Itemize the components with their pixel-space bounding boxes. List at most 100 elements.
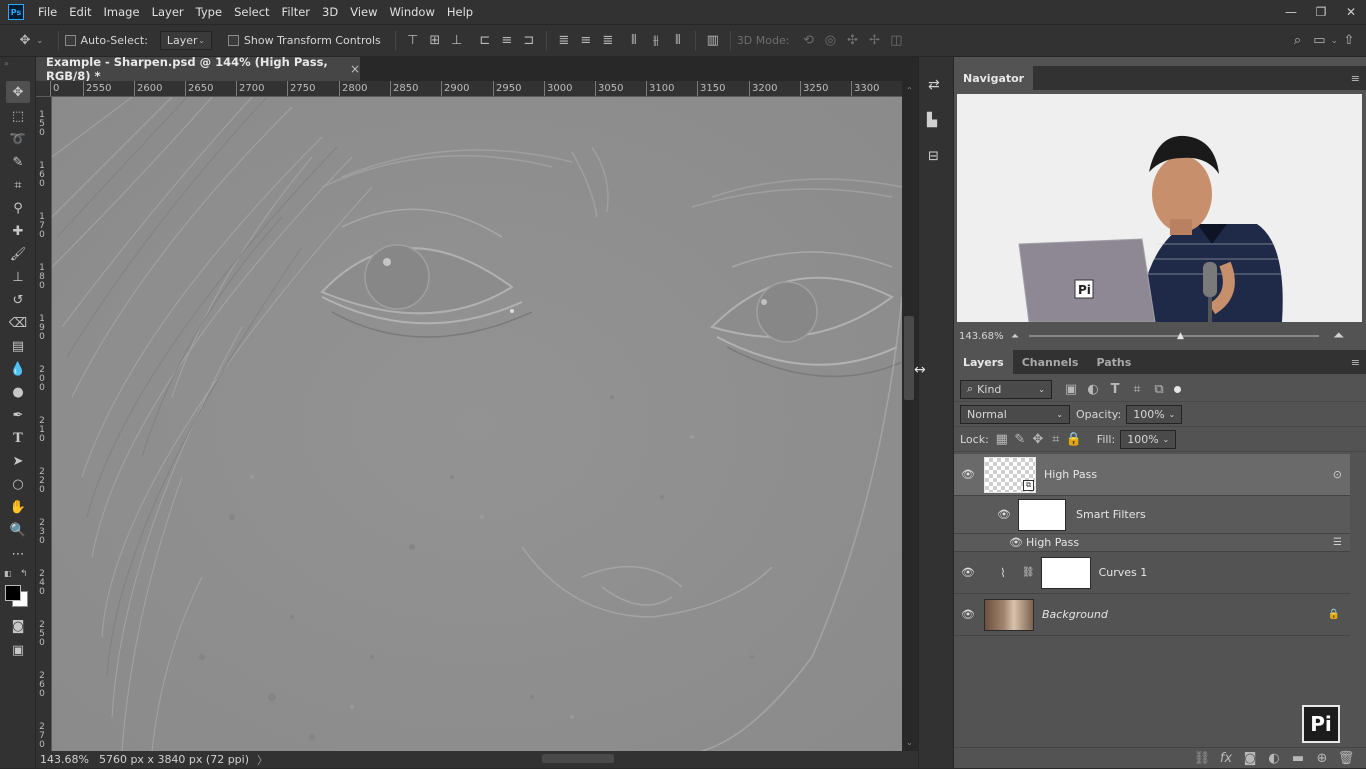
3d-slide-icon[interactable]: ✢: [863, 30, 885, 52]
distribute-right-icon[interactable]: ⫴: [667, 30, 689, 52]
layers-menu-icon[interactable]: ≡: [1351, 356, 1360, 369]
scroll-down-icon[interactable]: ⌄: [906, 738, 913, 747]
zoom-tool-icon[interactable]: 🔍: [6, 519, 30, 541]
3d-drag-icon[interactable]: ✣: [841, 30, 863, 52]
brush-tool-icon[interactable]: 🖌: [6, 243, 30, 265]
more-tools-icon[interactable]: ⋯: [6, 543, 30, 565]
delete-layer-icon[interactable]: 🗑: [1334, 747, 1358, 769]
histogram-panel-icon[interactable]: ▙: [927, 113, 937, 128]
filter-smart-object-icon[interactable]: ⧉: [1148, 378, 1170, 400]
horizontal-scroll-thumb[interactable]: [542, 754, 614, 763]
workspace-chevron-icon[interactable]: ⌄: [1330, 36, 1338, 46]
menu-file[interactable]: File: [32, 0, 63, 24]
eraser-tool-icon[interactable]: ⌫: [6, 312, 30, 334]
menu-filter[interactable]: Filter: [276, 0, 316, 24]
layer-row-smart-filters[interactable]: 👁 Smart Filters: [954, 496, 1350, 534]
filter-shape-layer-icon[interactable]: ⌗: [1126, 378, 1148, 400]
menu-window[interactable]: Window: [384, 0, 441, 24]
filter-blending-options-icon[interactable]: ☰: [1333, 537, 1342, 548]
distribute-vertical-centers-icon[interactable]: ≡: [575, 30, 597, 52]
eye-icon[interactable]: 👁: [990, 508, 1018, 521]
3d-orbit-icon[interactable]: ⟲: [797, 30, 819, 52]
foreground-color-swatch[interactable]: [5, 585, 21, 601]
history-brush-tool-icon[interactable]: ↺: [6, 289, 30, 311]
layer-filter-kind-dropdown[interactable]: ⌕ Kind ⌄: [960, 379, 1052, 399]
auto-select-target-dropdown[interactable]: Layer ⌄: [159, 31, 212, 50]
collapse-toolbar-icon[interactable]: »: [4, 59, 9, 68]
layer-row-high-pass-filter[interactable]: 👁 High Pass ☰: [954, 534, 1350, 552]
distribute-top-icon[interactable]: ≣: [553, 30, 575, 52]
eye-icon[interactable]: 👁: [954, 468, 982, 481]
status-menu-arrow-icon[interactable]: 〉: [257, 752, 268, 768]
menu-edit[interactable]: Edit: [63, 0, 97, 24]
menu-image[interactable]: Image: [98, 0, 146, 24]
lock-image-pixels-icon[interactable]: ✎: [1011, 428, 1029, 450]
quick-selection-tool-icon[interactable]: ✎: [6, 151, 30, 173]
vertical-ruler[interactable]: 1 5 0 1 6 0 1 7 0 1 8 0 1 9 0 2 0 0 2 1 …: [36, 97, 52, 751]
clone-stamp-tool-icon[interactable]: ⊥: [6, 266, 30, 288]
lock-artboard-icon[interactable]: ⌗: [1047, 428, 1065, 450]
layer-row-curves[interactable]: 👁 ⌇ ⛓ Curves 1: [954, 552, 1350, 594]
distribute-left-icon[interactable]: ⫴: [623, 30, 645, 52]
pen-tool-icon[interactable]: ✒: [6, 404, 30, 426]
smart-filter-indicator-icon[interactable]: ⊙: [1333, 468, 1342, 481]
tab-paths[interactable]: Paths: [1087, 350, 1140, 374]
3d-scale-icon[interactable]: ◫: [885, 30, 907, 52]
eye-icon[interactable]: 👁: [1006, 536, 1026, 549]
align-vertical-centers-icon[interactable]: ⊞: [424, 30, 446, 52]
tab-channels[interactable]: Channels: [1013, 350, 1088, 374]
filter-toggle-icon[interactable]: [1174, 385, 1181, 393]
eye-icon[interactable]: 👁: [954, 566, 982, 579]
new-adjustment-layer-icon[interactable]: ◐: [1262, 747, 1286, 769]
show-transform-checkbox[interactable]: Show Transform Controls: [227, 34, 381, 47]
restore-icon[interactable]: ❐: [1306, 0, 1336, 24]
properties-panel-icon[interactable]: ⊟: [928, 149, 939, 164]
close-tab-icon[interactable]: ×: [350, 62, 360, 76]
layer-row-high-pass[interactable]: 👁 ⧉ High Pass ⊙: [954, 454, 1350, 496]
quick-mask-icon[interactable]: ◙: [6, 615, 30, 637]
status-zoom[interactable]: 143.68%: [40, 753, 89, 766]
dodge-tool-icon[interactable]: ●: [6, 381, 30, 403]
distribute-bottom-icon[interactable]: ≣: [597, 30, 619, 52]
vertical-scroll-thumb[interactable]: [904, 316, 914, 400]
align-horizontal-centers-icon[interactable]: ≡: [496, 30, 518, 52]
tab-layers[interactable]: Layers: [954, 350, 1013, 374]
auto-select-checkbox-box[interactable]: [64, 35, 76, 46]
document-canvas[interactable]: [52, 97, 902, 751]
zoom-slider-handle[interactable]: ▲: [1177, 331, 1184, 341]
navigator-menu-icon[interactable]: ≡: [1351, 72, 1360, 85]
fill-input[interactable]: 100% ⌄: [1120, 429, 1177, 449]
hand-tool-icon[interactable]: ✋: [6, 496, 30, 518]
move-tool-icon[interactable]: ✥: [6, 81, 30, 103]
eyedropper-tool-icon[interactable]: ⚲: [6, 197, 30, 219]
menu-type[interactable]: Type: [190, 0, 228, 24]
document-tab[interactable]: Example - Sharpen.psd @ 144% (High Pass,…: [36, 55, 360, 83]
navigator-preview[interactable]: Pi: [957, 94, 1362, 322]
eye-icon[interactable]: 👁: [954, 608, 982, 621]
new-group-icon[interactable]: ▬: [1286, 747, 1310, 769]
3d-roll-icon[interactable]: ◎: [819, 30, 841, 52]
lock-position-icon[interactable]: ✥: [1029, 428, 1047, 450]
navigator-zoom-value[interactable]: 143.68%: [959, 331, 1011, 342]
layer-style-fx-icon[interactable]: fx: [1214, 747, 1238, 769]
opacity-input[interactable]: 100% ⌄: [1126, 404, 1183, 424]
search-icon[interactable]: ⌕: [1286, 30, 1308, 52]
path-selection-tool-icon[interactable]: ➤: [6, 450, 30, 472]
move-tool-icon[interactable]: ✥: [14, 30, 36, 52]
tool-preset-chevron-icon[interactable]: ⌄: [36, 36, 44, 46]
default-colors-icon[interactable]: ◧: [4, 569, 12, 578]
swap-colors-icon[interactable]: ↰: [20, 569, 28, 579]
lasso-tool-icon[interactable]: ➰: [6, 128, 30, 150]
filter-adjustment-layer-icon[interactable]: ◐: [1082, 378, 1104, 400]
gradient-tool-icon[interactable]: ▤: [6, 335, 30, 357]
lock-all-icon[interactable]: 🔒: [1065, 428, 1083, 450]
screen-mode-icon[interactable]: ▣: [6, 639, 30, 661]
filter-type-layer-icon[interactable]: T: [1104, 378, 1126, 400]
navigator-zoom-slider[interactable]: ▲: [1029, 331, 1319, 341]
scroll-up-icon[interactable]: ⌃: [906, 86, 913, 95]
lock-icon[interactable]: 🔒: [1328, 609, 1340, 620]
tab-navigator[interactable]: Navigator: [954, 66, 1034, 90]
add-mask-icon[interactable]: ◙: [1238, 747, 1262, 769]
menu-layer[interactable]: Layer: [146, 0, 190, 24]
canvas-vertical-scrollbar[interactable]: [902, 81, 918, 751]
